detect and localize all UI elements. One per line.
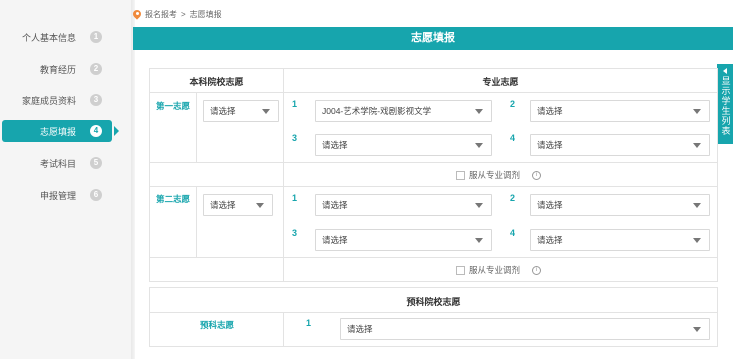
active-pointer-icon xyxy=(114,126,119,136)
application-table: 本科院校志愿 专业志愿 第一志愿 请选择 1 J004-艺术学院-戏剧影视文学 … xyxy=(149,68,718,282)
location-pin-icon xyxy=(133,10,141,20)
step-number-badge: 5 xyxy=(90,157,102,169)
undergrad-header: 本科院校志愿 xyxy=(189,77,244,87)
caret-down-icon xyxy=(693,238,701,243)
first-choice-school-select[interactable]: 请选择 xyxy=(203,100,279,122)
row-divider xyxy=(150,312,717,313)
caret-down-icon xyxy=(693,203,701,208)
sidebar-item-label: 家庭成员资料 xyxy=(21,95,76,106)
column-divider xyxy=(283,312,284,346)
step-number-badge: 4 xyxy=(90,125,102,137)
prep-school-table: 预科院校志愿 预科志愿 1 请选择 xyxy=(149,287,718,347)
chevron-left-icon xyxy=(723,68,727,74)
select-value: 请选择 xyxy=(322,200,348,210)
first-choice-label: 第一志愿 xyxy=(156,101,191,111)
first-choice-major-2-select[interactable]: 请选择 xyxy=(530,100,710,122)
select-value: 请选择 xyxy=(537,106,563,116)
caret-down-icon xyxy=(262,109,270,114)
step-number-badge: 6 xyxy=(90,189,102,201)
select-value: 请选择 xyxy=(322,235,348,245)
obey-adjust-checkbox[interactable] xyxy=(456,265,465,275)
prep-school-select[interactable]: 请选择 xyxy=(340,318,710,340)
select-value: 请选择 xyxy=(347,324,373,334)
sidebar-edge xyxy=(131,0,135,359)
select-value: 请选择 xyxy=(322,140,348,150)
sidebar-item-submission[interactable]: 申报管理 6 xyxy=(0,184,114,206)
caret-down-icon xyxy=(693,109,701,114)
second-choice-label: 第二志愿 xyxy=(156,194,191,204)
second-choice-major-4-select[interactable]: 请选择 xyxy=(530,229,710,251)
breadcrumb-separator: > xyxy=(181,10,186,19)
select-value: J004-艺术学院-戏剧影视文学 xyxy=(322,106,432,116)
row-divider xyxy=(150,162,717,163)
caret-down-icon xyxy=(475,203,483,208)
breadcrumb-parent[interactable]: 报名报考 xyxy=(145,9,177,20)
first-choice-major-4-select[interactable]: 请选择 xyxy=(530,134,710,156)
second-choice-major-2-select[interactable]: 请选择 xyxy=(530,194,710,216)
prep-header: 预科院校志愿 xyxy=(406,297,461,307)
sidebar-item-family[interactable]: 家庭成员资料 3 xyxy=(0,89,114,111)
select-value: 请选择 xyxy=(210,200,236,210)
major-index: 3 xyxy=(292,133,298,143)
caret-down-icon xyxy=(256,203,264,208)
row-divider xyxy=(150,92,717,93)
first-choice-obey-adjust: 服从专业调剂 i xyxy=(456,169,542,181)
breadcrumb: 报名报考 > 志愿填报 xyxy=(133,9,222,20)
column-divider xyxy=(196,186,197,257)
sidebar-item-application[interactable]: 志愿填报 4 xyxy=(2,120,119,142)
caret-down-icon xyxy=(475,143,483,148)
second-choice-major-1-select[interactable]: 请选择 xyxy=(315,194,492,216)
step-number-badge: 2 xyxy=(90,63,102,75)
major-index: 4 xyxy=(510,133,516,143)
major-index: 3 xyxy=(292,228,298,238)
select-value: 请选择 xyxy=(537,200,563,210)
sidebar-item-exam-subjects[interactable]: 考试科目 5 xyxy=(0,152,114,174)
obey-adjust-label: 服从专业调剂 xyxy=(469,265,521,275)
sidebar-item-label: 志愿填报 xyxy=(39,126,76,137)
major-index: 1 xyxy=(292,193,298,203)
prep-choice-label: 预科志愿 xyxy=(200,320,235,330)
second-choice-school-select[interactable]: 请选择 xyxy=(203,194,273,216)
row-divider xyxy=(150,186,717,187)
page-title: 志愿填报 xyxy=(133,27,733,50)
obey-adjust-checkbox[interactable] xyxy=(456,170,465,180)
major-index: 1 xyxy=(292,99,298,109)
caret-down-icon xyxy=(475,238,483,243)
sidebar-item-personal-info[interactable]: 个人基本信息 1 xyxy=(0,26,114,48)
sidebar: 个人基本信息 1 教育经历 2 家庭成员资料 3 志愿填报 4 考试科目 5 申… xyxy=(0,0,135,359)
info-icon[interactable]: i xyxy=(532,265,542,275)
caret-down-icon xyxy=(693,327,701,332)
first-choice-major-1-select[interactable]: J004-艺术学院-戏剧影视文学 xyxy=(315,100,492,122)
caret-down-icon xyxy=(475,109,483,114)
sidebar-item-label: 考试科目 xyxy=(39,158,76,169)
second-choice-obey-adjust: 服从专业调剂 i xyxy=(456,264,542,276)
major-index: 2 xyxy=(510,99,516,109)
side-tab-label: 显示学生列表 xyxy=(720,76,731,136)
column-divider xyxy=(196,92,197,162)
breadcrumb-current: 志愿填报 xyxy=(189,10,222,19)
select-value: 请选择 xyxy=(537,140,563,150)
sidebar-item-education[interactable]: 教育经历 2 xyxy=(0,58,114,80)
sidebar-item-label: 申报管理 xyxy=(39,190,76,201)
major-header: 专业志愿 xyxy=(482,77,519,87)
obey-adjust-label: 服从专业调剂 xyxy=(469,170,521,180)
step-number-badge: 3 xyxy=(90,94,102,106)
sidebar-item-label: 教育经历 xyxy=(39,64,76,75)
major-index: 4 xyxy=(510,228,516,238)
sidebar-item-label: 个人基本信息 xyxy=(21,32,76,43)
show-student-list-tab[interactable]: 显示学生列表 xyxy=(717,64,733,144)
select-value: 请选择 xyxy=(537,235,563,245)
step-number-badge: 1 xyxy=(90,31,102,43)
prep-index: 1 xyxy=(306,318,312,328)
column-divider xyxy=(283,69,284,281)
major-index: 2 xyxy=(510,193,516,203)
first-choice-major-3-select[interactable]: 请选择 xyxy=(315,134,492,156)
caret-down-icon xyxy=(693,143,701,148)
second-choice-major-3-select[interactable]: 请选择 xyxy=(315,229,492,251)
row-divider xyxy=(150,257,717,258)
info-icon[interactable]: i xyxy=(532,170,542,180)
select-value: 请选择 xyxy=(210,106,236,116)
